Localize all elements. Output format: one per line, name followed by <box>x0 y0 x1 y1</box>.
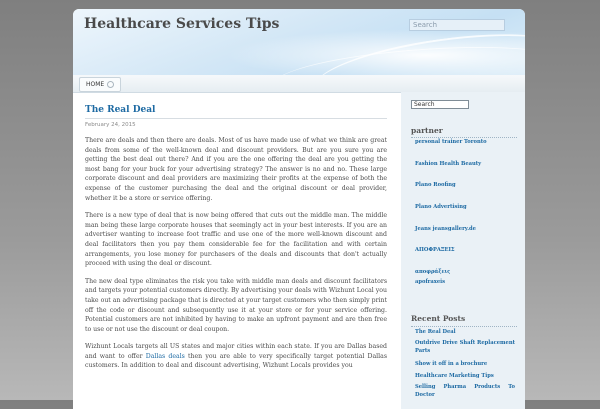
recent-post-link-outdrive[interactable]: Outdrive Drive Shaft Replacement Parts <box>415 340 515 355</box>
partner-link-personal-trainer[interactable]: personal trainer Toronto <box>415 139 515 147</box>
partner-link-plano-roofing[interactable]: Plano Roofing <box>415 182 515 190</box>
post-paragraph-4: Wizhunt Locals targets all US states and… <box>85 342 387 371</box>
header-search-input[interactable] <box>409 19 505 31</box>
post-paragraph-1: There are deals and then there are deals… <box>85 137 387 202</box>
nav-home-label: HOME <box>86 81 105 88</box>
partner-link-apofraxeis-upper[interactable]: ΑΠΟΦΡΑΞΕΙΣ <box>415 247 515 255</box>
partner-divider <box>411 137 517 138</box>
dallas-deals-link[interactable]: Dallas deals <box>146 353 185 360</box>
post-body: There are deals and then there are deals… <box>85 136 387 371</box>
recent-post-link-brochure[interactable]: Show it off in a brochure <box>415 361 515 369</box>
partner-link-apofraxeis-greek[interactable]: αποφράξεις <box>415 269 515 277</box>
nav-home-tab[interactable]: HOME <box>79 77 122 92</box>
post-paragraph-2: There is a new type of deal that is now … <box>85 212 387 268</box>
recent-posts-divider <box>411 326 517 327</box>
site-header: Healthcare Services Tips <box>73 9 525 119</box>
page-container: Healthcare Services Tips HOME The Real D… <box>73 9 525 409</box>
partner-heading: partner <box>411 126 443 135</box>
post-title[interactable]: The Real Deal <box>85 105 387 119</box>
recent-post-link-healthcare-marketing[interactable]: Healthcare Marketing Tips <box>415 373 515 381</box>
partner-link-plano-advertising[interactable]: Plano Advertising <box>415 204 515 212</box>
recent-post-link-selling-pharma[interactable]: Selling Pharma Products To Doctor <box>415 384 515 399</box>
nav-bar: HOME <box>73 75 525 93</box>
partner-link-apofraxeis-latin[interactable]: apofraxeis <box>415 279 515 287</box>
sidebar-search-input[interactable] <box>411 100 469 109</box>
post-title-link[interactable]: The Real Deal <box>85 105 155 115</box>
main-content: The Real Deal February 24, 2015 There ar… <box>85 105 387 371</box>
post-date: February 24, 2015 <box>85 122 136 128</box>
partner-link-fashion-health-beauty[interactable]: Fashion Health Beauty <box>415 161 515 169</box>
recent-posts-heading: Recent Posts <box>411 314 466 323</box>
recent-post-link-real-deal[interactable]: The Real Deal <box>415 329 515 337</box>
site-title[interactable]: Healthcare Services Tips <box>84 16 279 32</box>
partner-link-jeans[interactable]: Jeans jeansgallery.de <box>415 226 515 234</box>
post-paragraph-3: The new deal type eliminates the risk yo… <box>85 277 387 333</box>
sidebar: partner personal trainer Toronto Fashion… <box>401 92 525 409</box>
circle-icon <box>107 81 115 88</box>
